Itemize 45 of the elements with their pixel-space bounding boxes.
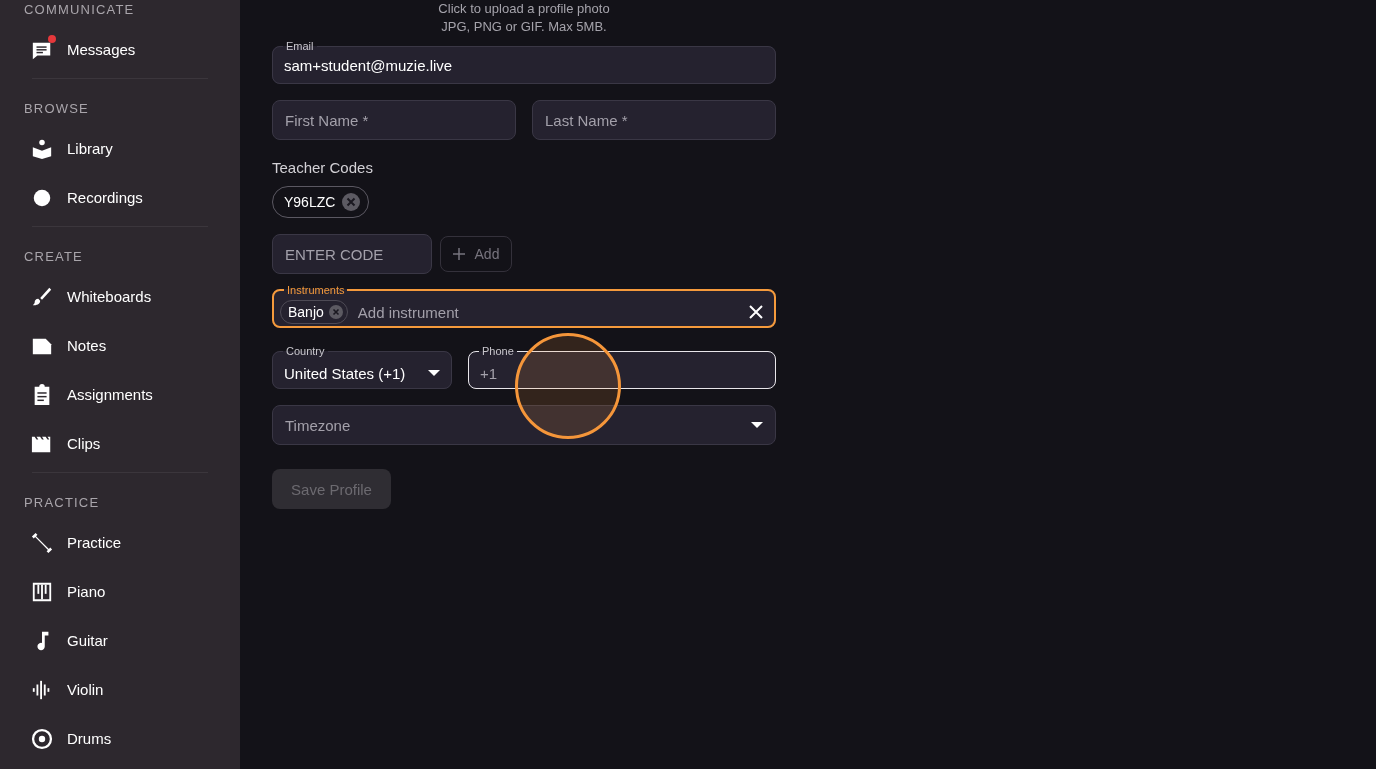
upload-hint: JPG, PNG or GIF. Max 5MB. — [440, 18, 608, 36]
target-icon — [31, 727, 53, 750]
remove-icon[interactable] — [328, 305, 343, 319]
piano-icon — [31, 580, 53, 603]
sidebar-item[interactable]: Library — [0, 124, 240, 173]
sidebar-item[interactable]: Messages — [0, 25, 240, 74]
country-select[interactable]: Country United States (+1) — [272, 344, 452, 389]
caret-icon — [751, 422, 763, 428]
sidebar-item[interactable]: Violin — [0, 665, 240, 714]
sidebar-item[interactable]: Recordings — [0, 173, 240, 222]
add-button[interactable]: Add — [440, 236, 512, 272]
code-input-field[interactable]: ENTER CODE — [272, 234, 432, 274]
sidebar-item[interactable]: Whiteboards — [0, 272, 240, 321]
upload-hint: Click to upload a profile photo — [437, 0, 611, 18]
chip-label: Y96LZC — [284, 194, 336, 210]
field-label: Country — [285, 344, 326, 358]
sidebar-item[interactable]: Piano — [0, 567, 240, 616]
brush-icon — [31, 285, 53, 308]
sidebar-item[interactable]: Drums — [0, 714, 240, 763]
instruments-field[interactable]: Instruments Banjo Add instrument — [272, 283, 776, 328]
sidebar-item[interactable]: Notes — [0, 321, 240, 370]
close-icon[interactable] — [749, 305, 763, 319]
plus-icon — [452, 248, 465, 260]
section-heading: BROWSE — [23, 101, 90, 117]
first-name-field[interactable]: First Name * — [272, 100, 516, 140]
caret-icon — [428, 370, 440, 376]
last-name-field[interactable]: Last Name * — [532, 100, 776, 140]
dumbbell-icon — [31, 531, 53, 554]
book-reader-icon — [31, 137, 53, 160]
section-heading: CREATE — [23, 249, 84, 265]
timezone-select[interactable]: Timezone — [272, 405, 776, 445]
field-label: Phone — [481, 344, 515, 358]
section-label: Teacher Codes — [272, 159, 374, 176]
sidebar-item[interactable]: Clips — [0, 419, 240, 468]
phone-field[interactable]: Phone +1 — [468, 344, 776, 389]
email-field[interactable]: Email sam+student@muzie.live — [272, 39, 776, 84]
section-heading: PRACTICE — [23, 495, 101, 511]
chip-label: Banjo — [288, 304, 324, 320]
section-heading: COMMUNICATE — [23, 2, 136, 18]
field-label: Instruments — [286, 283, 346, 297]
field-label: Email — [285, 39, 315, 53]
sidebar-item[interactable]: Practice — [0, 518, 240, 567]
remove-icon[interactable] — [342, 193, 361, 211]
sidebar-item[interactable]: Guitar — [0, 616, 240, 665]
sidebar-item[interactable]: Assignments — [0, 370, 240, 419]
